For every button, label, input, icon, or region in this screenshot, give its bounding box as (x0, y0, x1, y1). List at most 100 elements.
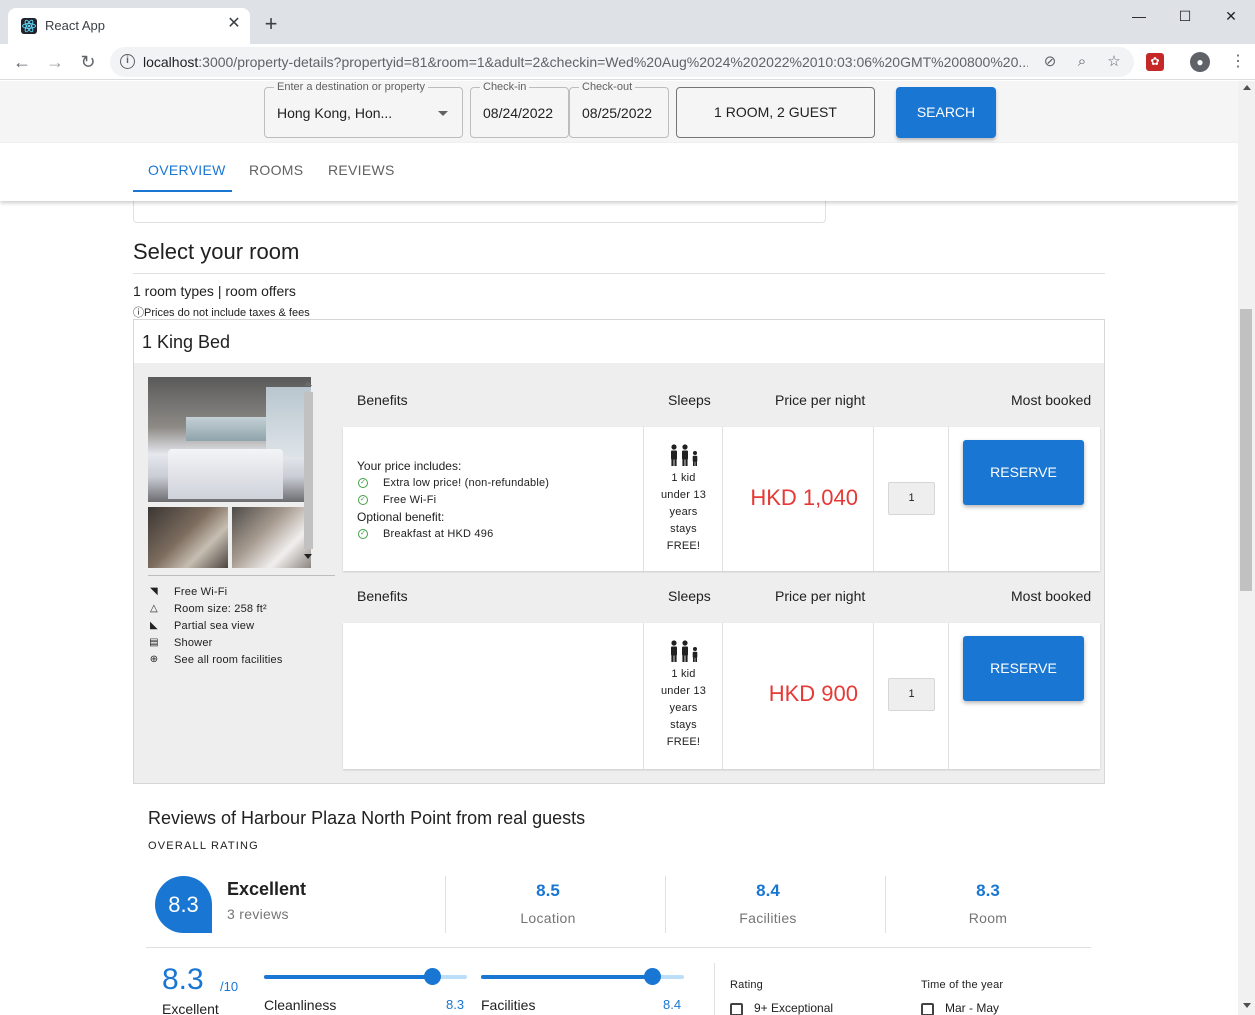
site-info-icon[interactable]: i (120, 54, 135, 69)
sleeps-line: stays (670, 523, 697, 535)
reserve-button[interactable]: RESERVE (963, 636, 1084, 701)
room-photo-bedroom[interactable] (232, 507, 311, 568)
checkin-field[interactable]: Check-in 08/24/2022 (470, 81, 569, 138)
review-count: 3 reviews (227, 906, 289, 922)
scroll-down-arrow-icon[interactable] (304, 554, 312, 559)
facility-label[interactable]: See all room facilities (174, 654, 283, 666)
dropdown-arrow-icon (438, 111, 448, 116)
optional-label: Optional benefit: (357, 510, 445, 524)
scroll-down-arrow-icon[interactable] (1243, 1003, 1251, 1008)
benefit-item: ✓ Free Wi-Fi (357, 492, 549, 509)
overall-score-badge: 8.3 (155, 876, 212, 933)
checkout-label: Check-out (579, 81, 636, 93)
facilities-slider[interactable] (481, 968, 684, 985)
benefit-text: Extra low price! (non-refundable) (383, 477, 550, 489)
facility-label: Partial sea view (174, 620, 255, 632)
cleanliness-slider[interactable] (264, 968, 467, 985)
see-all-facilities-link[interactable]: ⊕ See all room facilities (148, 653, 338, 670)
col-most-booked: Most booked (1011, 392, 1092, 408)
sub-score-value: 8.3 (976, 881, 1000, 900)
search-button[interactable]: SEARCH (896, 87, 996, 138)
tab-rooms[interactable]: ROOMS (249, 162, 303, 178)
destination-value: Hong Kong, Hon... (277, 105, 393, 121)
check-circle-icon: ✓ (358, 478, 368, 488)
room-quantity-select[interactable]: 1 (888, 482, 935, 515)
facilities-value: 8.4 (663, 997, 682, 1012)
people-icon (670, 444, 697, 466)
room-quantity-select[interactable]: 1 (888, 678, 935, 711)
sleeps-line: years (669, 506, 698, 518)
reload-icon[interactable]: ↻ (76, 50, 100, 74)
sleeps-line: FREE! (666, 736, 701, 748)
plus-circle-icon: ⊕ (149, 654, 159, 665)
scroll-up-arrow-icon[interactable] (304, 381, 312, 386)
tab-reviews[interactable]: REVIEWS (328, 162, 395, 178)
includes-label: Your price includes: (357, 459, 462, 473)
window-close-icon[interactable]: ✕ (1208, 6, 1254, 28)
col-benefits: Benefits (357, 588, 408, 604)
facility-label: Room size: 258 ft² (174, 603, 267, 615)
sub-score-location: 8.5 Location (438, 881, 658, 926)
room-photo-gallery (148, 377, 315, 568)
slider-knob[interactable] (424, 968, 441, 985)
bookmark-star-icon[interactable]: ☆ (1104, 52, 1124, 72)
page-scrollbar[interactable] (1238, 81, 1255, 1015)
slider-fill (264, 975, 432, 979)
checkout-field[interactable]: Check-out 08/25/2022 (569, 81, 669, 138)
extension-icon[interactable]: ✿ (1146, 53, 1164, 71)
room-types-summary: 1 room types | room offers (133, 283, 296, 299)
address-bar[interactable]: i localhost:3000/property-details?proper… (110, 47, 1134, 77)
new-tab-icon[interactable]: + (258, 12, 284, 38)
checkbox[interactable] (730, 1003, 743, 1015)
blocked-cookies-icon[interactable]: ⊘ (1040, 52, 1060, 72)
col-benefits: Benefits (357, 392, 408, 408)
checkout-value: 08/25/2022 (582, 105, 653, 121)
browser-tab[interactable]: React App ✕ (8, 8, 250, 44)
minimize-icon[interactable]: — (1116, 6, 1162, 28)
page-scroll-thumb[interactable] (1240, 309, 1252, 591)
wifi-icon: ◥ (150, 586, 158, 597)
room-guest-button[interactable]: 1 ROOM, 2 GUEST (676, 87, 875, 138)
facilities-divider (148, 575, 335, 576)
col-sleeps: Sleeps (668, 392, 711, 408)
prices-note: ⓘPrices do not include taxes & fees (133, 307, 310, 319)
rating-word: Excellent (227, 879, 307, 899)
sleeps-line: stays (670, 719, 697, 731)
option-label: Mar - May (945, 1001, 999, 1015)
zoom-icon[interactable]: ⌕ (1072, 52, 1092, 72)
room-photo-bathroom[interactable] (148, 507, 228, 568)
tab-overview[interactable]: OVERVIEW (148, 162, 226, 178)
checkbox[interactable] (921, 1003, 934, 1015)
profile-icon[interactable]: ● (1190, 52, 1210, 72)
reviews-title: Reviews of Harbour Plaza North Point fro… (148, 808, 586, 828)
gallery-scroll-thumb[interactable] (304, 392, 313, 549)
checkin-label: Check-in (480, 81, 530, 93)
benefit-item: ✓ Extra low price! (non-refundable) (357, 475, 549, 492)
detail-out-of: /10 (220, 979, 239, 994)
room-photo-main[interactable] (148, 377, 311, 502)
col-price: Price per night (775, 392, 866, 408)
close-tab-icon[interactable]: ✕ (224, 14, 244, 34)
room-card-header: 1 King Bed (134, 320, 1104, 363)
cleanliness-value: 8.3 (446, 997, 465, 1012)
maximize-icon[interactable]: ☐ (1162, 6, 1208, 28)
destination-label: Enter a destination or property (274, 81, 428, 93)
heading-divider (133, 273, 1105, 274)
sleeps-line: years (669, 702, 698, 714)
benefits-list: Your price includes: ✓ Extra low price! (… (357, 458, 549, 543)
property-tabs: OVERVIEW ROOMS REVIEWS (0, 143, 1238, 201)
detail-score: 8.3 (162, 963, 204, 996)
forward-icon[interactable]: → (43, 50, 67, 74)
destination-select[interactable]: Enter a destination or property Hong Kon… (264, 81, 463, 138)
people-icon (670, 640, 697, 662)
sub-score-facilities: 8.4 Facilities (658, 881, 878, 926)
reserve-button[interactable]: RESERVE (963, 440, 1084, 505)
room-size-icon: △ (150, 603, 158, 614)
menu-kebab-icon[interactable]: ⋮ (1226, 50, 1250, 74)
check-circle-icon: ✓ (358, 495, 368, 505)
slider-knob[interactable] (644, 968, 661, 985)
back-icon[interactable]: ← (10, 50, 34, 74)
benefit-text: Breakfast at HKD 496 (383, 528, 494, 540)
gallery-scrollbar[interactable] (301, 377, 315, 567)
scroll-up-arrow-icon[interactable] (1243, 85, 1251, 90)
